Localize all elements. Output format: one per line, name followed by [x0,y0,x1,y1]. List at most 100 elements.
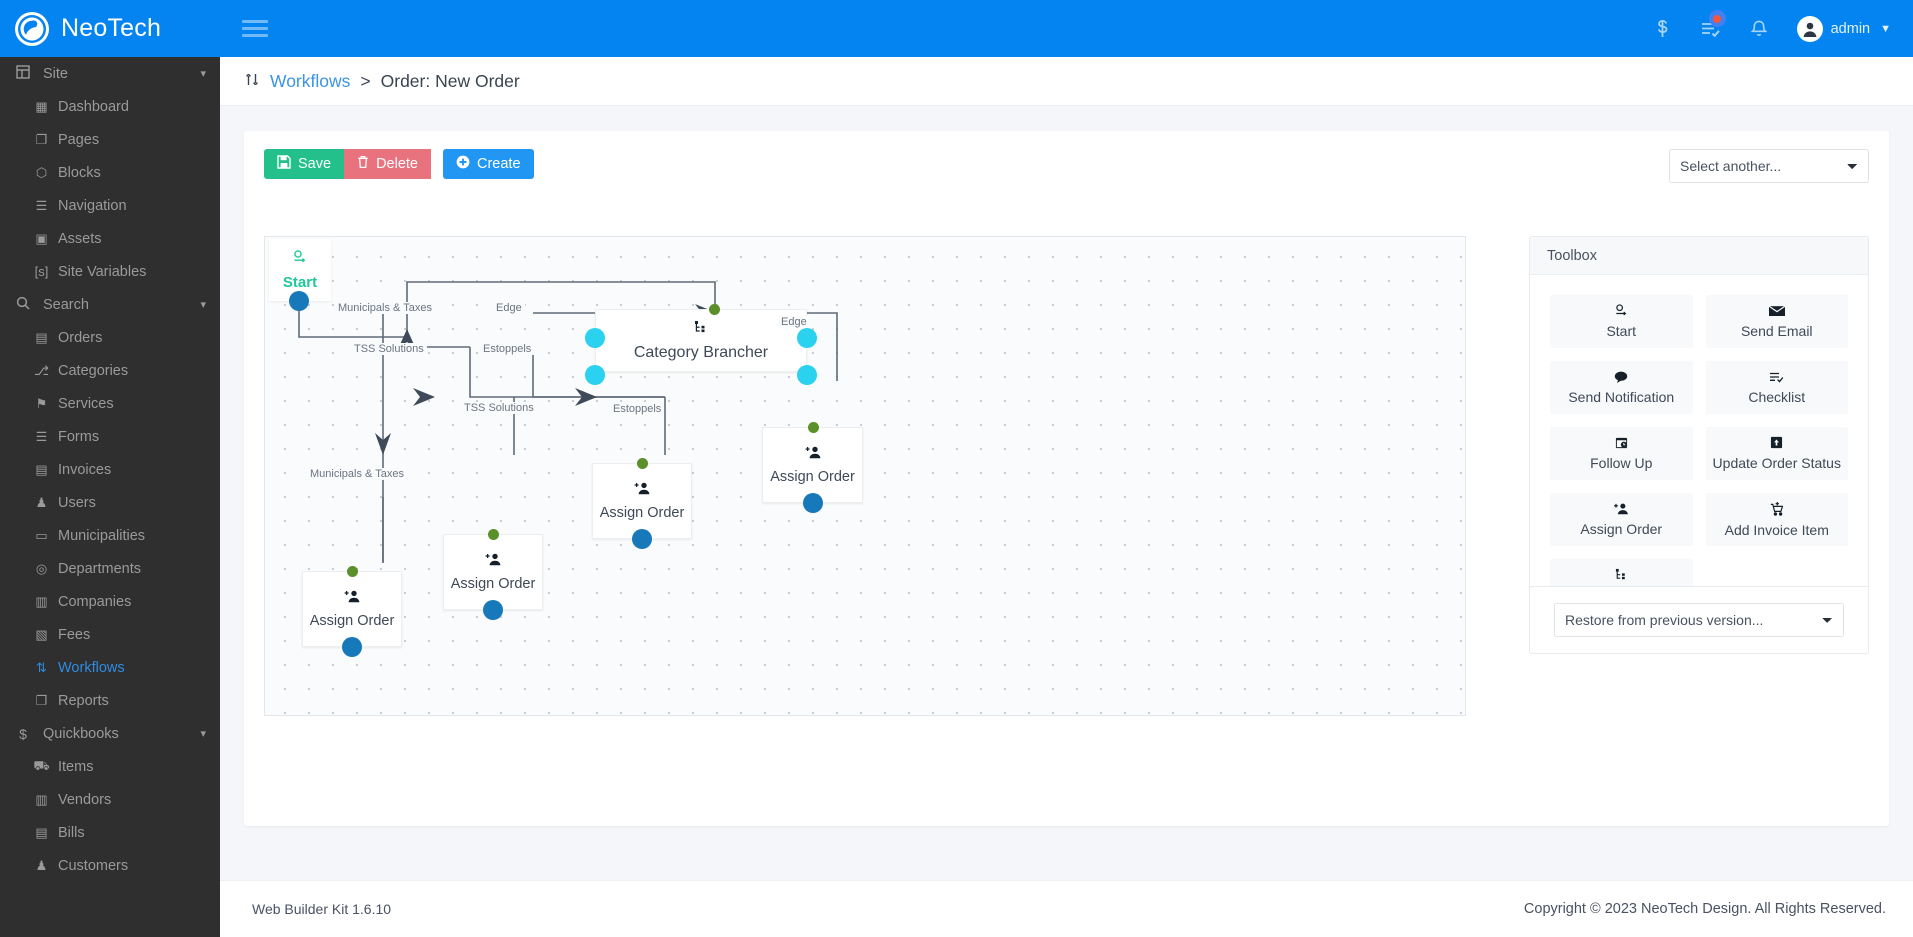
delete-button-label: Delete [376,156,418,172]
toolbox-item-send-notification[interactable]: Send Notification [1550,361,1693,414]
delete-button[interactable]: Delete [344,149,431,179]
sidebar-item-workflows[interactable]: ⇅ Workflows [0,651,220,684]
toolbox-item-add-invoice-item[interactable]: Add Invoice Item [1705,493,1848,546]
hamburger-icon[interactable] [242,16,268,41]
toolbox-item-assign-order[interactable]: Assign Order [1550,493,1693,546]
sidebar-item-municipalities[interactable]: ▭ Municipalities [0,519,220,552]
header-actions: admin ▼ [1639,0,1913,57]
variables-icon: [s] [34,264,49,279]
node-port-out-assign4[interactable] [342,637,362,657]
toolbox-panel: Toolbox Start Send Email Send Notification… [1529,236,1869,637]
node-port-in-assign1[interactable] [807,422,819,433]
connection-label: TSS Solutions [461,402,537,414]
toolbox-item-checklist[interactable]: Checklist [1705,361,1848,414]
start-icon [1615,304,1628,320]
invoices-icon: ▤ [35,461,48,477]
sidebar-item-label: Orders [58,329,103,346]
assign-icon [1613,502,1629,518]
workflow-node-assign2[interactable]: Assign Order [592,463,692,539]
sidebar-item-fees[interactable]: ▧ Fees [0,618,220,651]
sidebar-item-dashboard[interactable]: ▦ Dashboard [0,90,220,123]
sidebar-item-forms[interactable]: ☰ Forms [0,420,220,453]
save-button[interactable]: Save [264,149,345,179]
workflow-node-brancher[interactable]: Category Brancher [595,309,807,372]
workflow-node-assign4[interactable]: Assign Order [302,571,402,647]
node-port-branch-municipals[interactable] [585,328,605,348]
top-header-bar: NeoTech admin ▼ [0,0,1913,57]
workflow-node-label: Assign Order [770,469,855,485]
sidebar-item-departments[interactable]: ◎ Departments [0,552,220,585]
layout-icon [14,65,32,82]
sidebar-item-site-variables[interactable]: [s] Site Variables [0,255,220,288]
sidebar-item-navigation[interactable]: ☰ Navigation [0,189,220,222]
toolbox-item-label: Update Order Status [1712,455,1841,471]
update-status-icon [1770,436,1783,452]
breadcrumb-link-workflows[interactable]: Workflows [270,71,350,92]
tasks-icon[interactable] [1687,0,1735,57]
sidebar-item-assets[interactable]: ▣ Assets [0,222,220,255]
sidebar-item-users[interactable]: ♟ Users [0,486,220,519]
toolbox-item-start[interactable]: Start [1550,295,1693,348]
workflow-node-label: Start [282,273,318,291]
users-icon: ♟ [35,494,48,510]
sidebar-item-orders[interactable]: ▤ Orders [0,321,220,354]
sidebar-item-reports[interactable]: ❐ Reports [0,684,220,717]
toolbox-item-follow-up[interactable]: Follow Up [1550,427,1693,480]
restore-version-dropdown[interactable]: Restore from previous version... [1554,603,1844,637]
companies-icon: ▥ [35,593,48,609]
sidebar-group-search[interactable]: Search ▾ [0,288,220,321]
node-port-in-brancher[interactable] [709,304,720,315]
node-port-out-assign2[interactable] [632,529,652,549]
sidebar-item-label: Vendors [58,791,112,808]
node-port-in-assign2[interactable] [637,458,648,469]
brand-area[interactable]: NeoTech [0,0,220,57]
workflow-node-assign3[interactable]: Assign Order [443,534,543,610]
sidebar-item-label: Users [58,494,96,511]
node-port-branch-estoppels[interactable] [797,365,817,385]
connection-label: Estoppels [480,343,535,355]
sidebar-item-label: Reports [58,692,109,709]
sidebar-item-vendors[interactable]: ▥ Vendors [0,783,220,816]
toolbox-item-send-email[interactable]: Send Email [1705,295,1848,348]
node-port-out-assign3[interactable] [483,600,503,620]
sidebar-item-label: Items [58,758,94,775]
node-port-branch-edge[interactable] [797,328,817,348]
sidebar-group-label: Quickbooks [43,725,119,742]
chevron-down-icon: ▼ [1880,22,1891,35]
node-port-in-assign4[interactable] [347,566,358,577]
bell-icon[interactable] [1735,0,1783,57]
sidebar-item-label: Workflows [58,659,125,676]
dollar-icon[interactable] [1639,0,1687,57]
categories-icon: ⎇ [34,362,49,378]
sidebar-item-services[interactable]: ⚑ Services [0,387,220,420]
node-port-out-assign1[interactable] [802,493,823,513]
workflow-node-assign1[interactable]: Assign Order [762,427,863,503]
sidebar-item-label: Pages [58,131,100,148]
editor-toolbar: Save Delete Create Select another... [264,149,1869,183]
avatar [1796,15,1823,42]
sidebar-item-customers[interactable]: ♟ Customers [0,849,220,882]
user-menu[interactable]: admin ▼ [1783,15,1897,42]
sidebar-item-categories[interactable]: ⎇ Categories [0,354,220,387]
breadcrumb-separator: > [360,70,371,91]
node-port-out-start[interactable] [289,291,309,311]
node-port-branch-tss[interactable] [585,365,605,385]
sidebar-item-pages[interactable]: ❐ Pages [0,123,220,156]
sidebar-group-quickbooks[interactable]: $ Quickbooks ▾ [0,717,220,750]
toolbox-item-update-order-status[interactable]: Update Order Status [1705,427,1848,480]
sidebar-item-blocks[interactable]: ⬡ Blocks [0,156,220,189]
departments-icon: ◎ [35,560,48,576]
sidebar-item-bills[interactable]: ▤ Bills [0,816,220,849]
toolbox-item-label: Checklist [1748,388,1806,405]
sidebar-item-items[interactable]: ⛟ Items [0,750,220,783]
select-another-dropdown[interactable]: Select another... [1669,149,1869,183]
node-port-in-assign3[interactable] [488,529,499,540]
sidebar-group-site[interactable]: Site ▾ [0,57,220,90]
sidebar-item-companies[interactable]: ▥ Companies [0,585,220,618]
workflow-canvas[interactable]: Start Category Brancher Assign Order Assign… [264,236,1466,716]
toolbox-items: Start Send Email Send Notification Checklis… [1530,275,1868,636]
create-button[interactable]: Create [442,149,534,179]
sidebar-item-invoices[interactable]: ▤ Invoices [0,453,220,486]
cart-plus-icon [1770,501,1784,519]
breadcrumb: Workflows > Order: New Order [220,57,1913,106]
